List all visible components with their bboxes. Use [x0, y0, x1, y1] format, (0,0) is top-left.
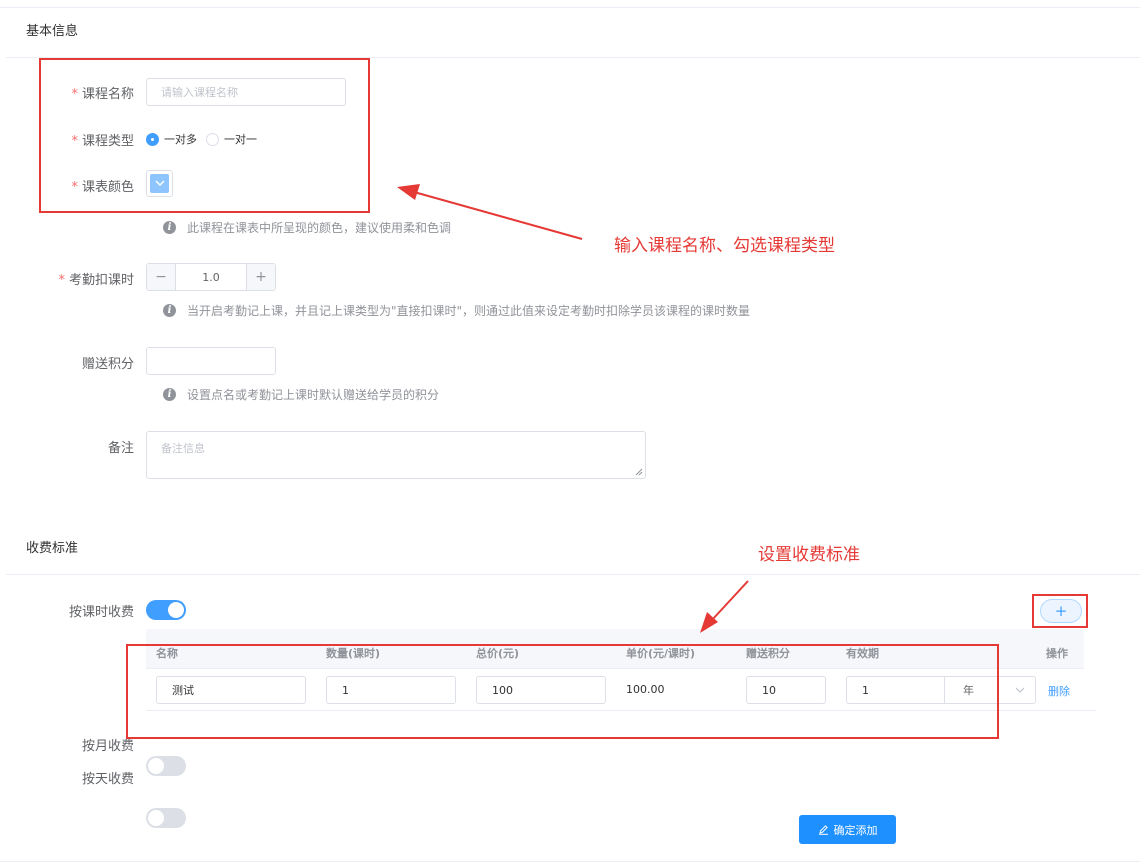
annotation-arrows: [397, 184, 749, 633]
annotation-text-basic: 输入课程名称、勾选课程类型: [614, 236, 835, 256]
annotation-arrow-line: [711, 580, 749, 621]
annotation-text-fee: 设置收费标准: [758, 545, 860, 565]
annotation-arrow-head: [397, 184, 420, 200]
annotation-arrow-line: [413, 191, 583, 240]
